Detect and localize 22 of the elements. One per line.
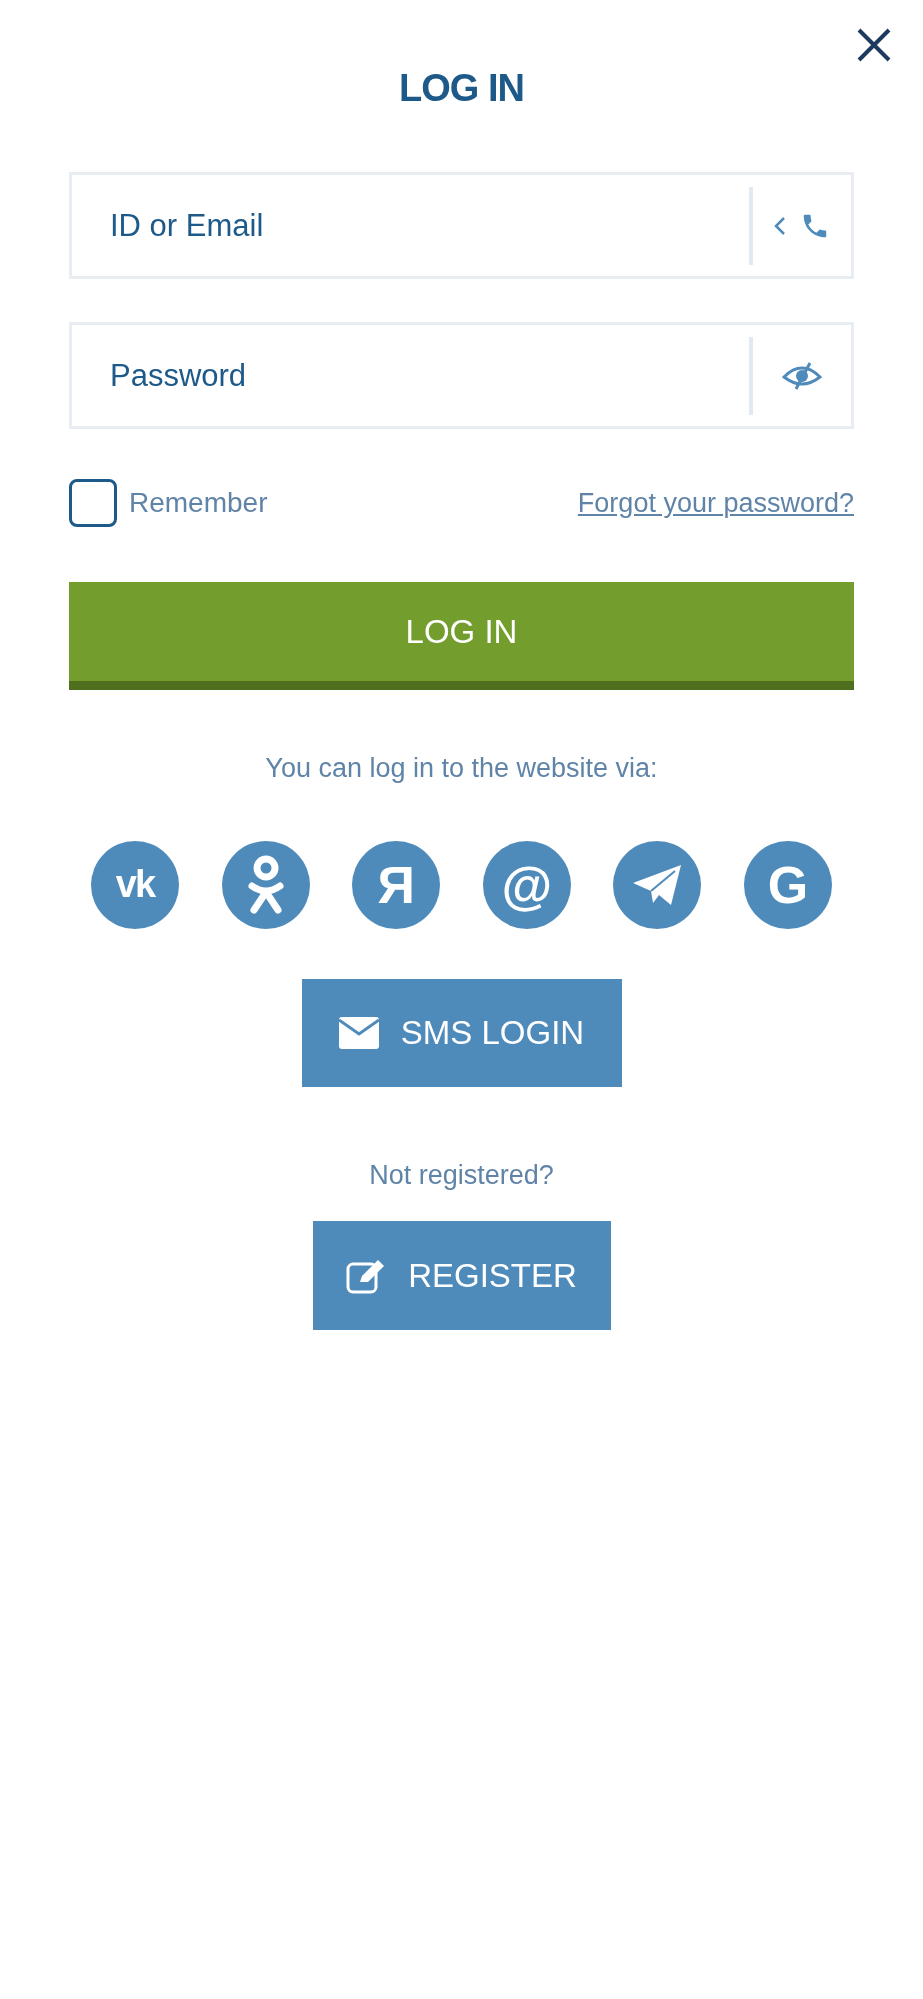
forgot-password-link[interactable]: Forgot your password? [577, 482, 854, 524]
dialog-title: LOG IN [397, 66, 526, 111]
vk-logo-icon[interactable]: vk [91, 840, 179, 929]
chevron-left-icon[interactable] [774, 215, 786, 236]
hidden-eye-icon[interactable] [782, 360, 822, 391]
password-input[interactable]: Password [72, 325, 749, 426]
social-login-button[interactable]: @ [482, 840, 571, 929]
social-login-button[interactable]: Я [352, 840, 441, 929]
edit-icon [346, 1257, 387, 1294]
social-login-caption: You can log in to the website via: [264, 752, 659, 785]
password-field[interactable]: Password [69, 322, 854, 429]
envelope-icon [338, 1016, 379, 1049]
login-input[interactable]: ID or Email [72, 175, 749, 276]
remember-checkbox[interactable] [69, 479, 117, 527]
not-registered-text: Not registered? [368, 1158, 555, 1192]
login-field[interactable]: ID or Email [69, 172, 854, 279]
sms-login-button[interactable]: SMS LOGIN [301, 978, 622, 1087]
register-button[interactable]: REGISTER [312, 1221, 611, 1330]
close-icon[interactable] [856, 27, 892, 63]
remember-label: Remember [129, 486, 268, 520]
social-login-button[interactable]: G [743, 840, 832, 929]
login-button[interactable]: LOG IN [69, 582, 854, 690]
